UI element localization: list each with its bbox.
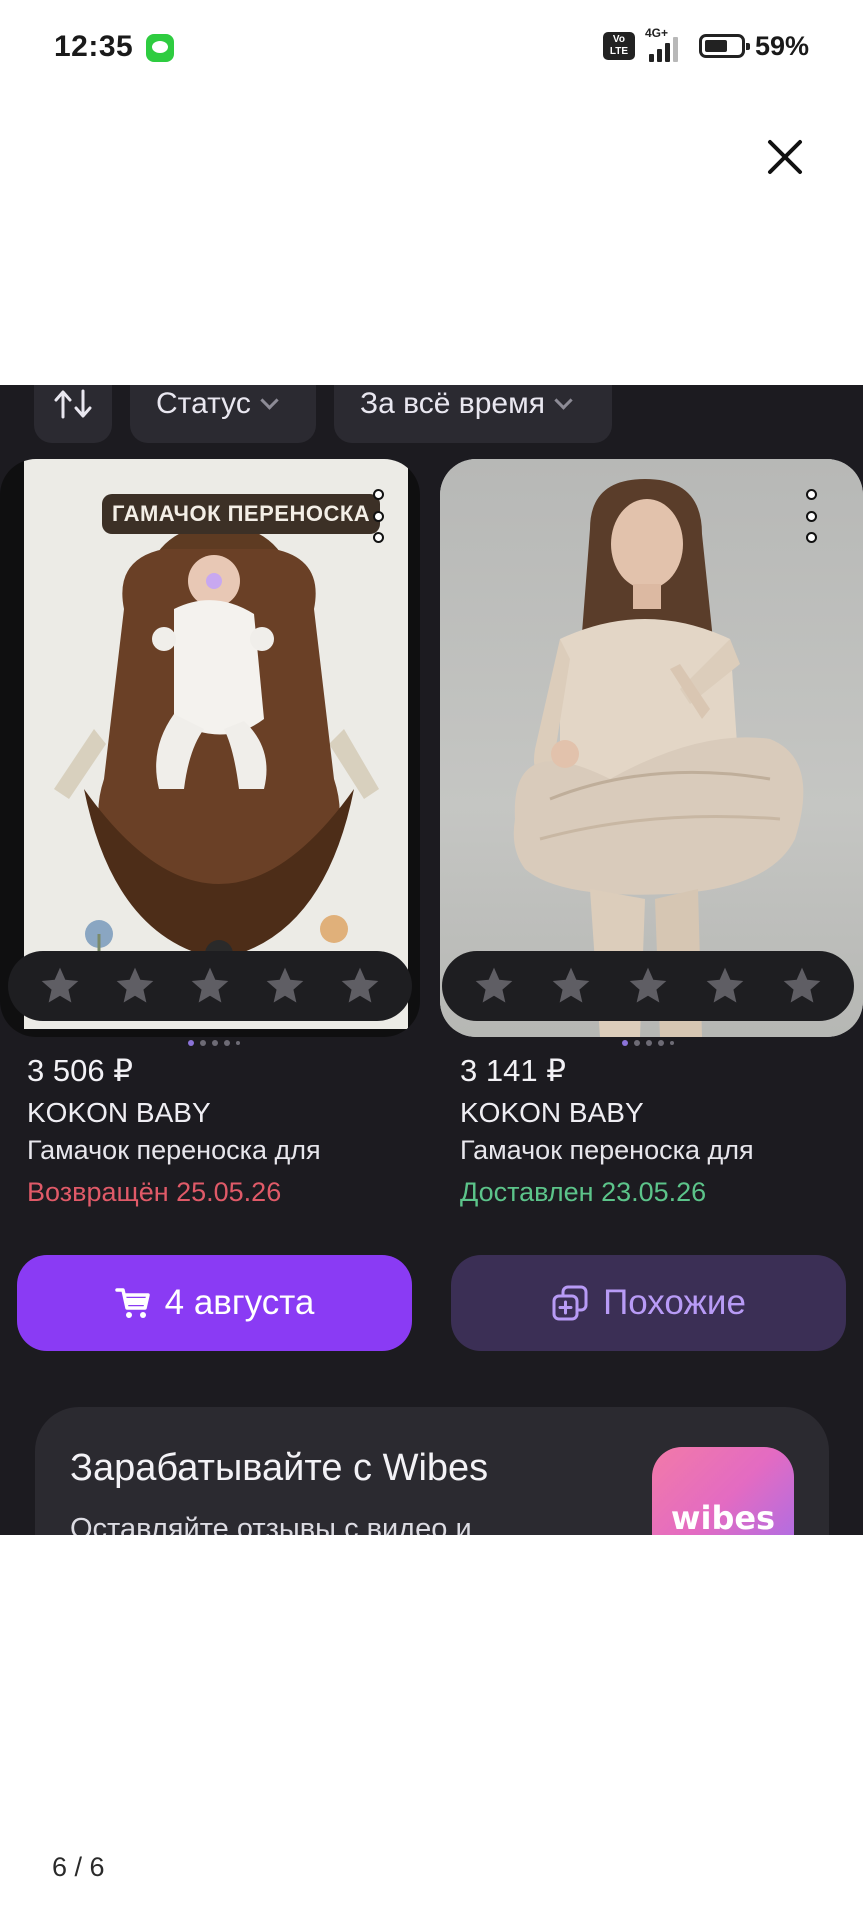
product-brand-2: KOKON BABY [460, 1097, 644, 1128]
star-icon[interactable] [472, 964, 516, 1008]
status-filter[interactable]: Статус [130, 385, 316, 443]
signal-icon: 4G+ [645, 26, 689, 62]
cart-button-label: 4 августа [164, 1283, 315, 1322]
similar-button-label: Похожие [603, 1283, 746, 1322]
product-tag-1: ГАМАЧОК ПЕРЕНОСКА [102, 494, 381, 534]
filter-bar: Статус За всё время [0, 385, 863, 443]
image-pager: 6 / 6 [52, 1852, 105, 1882]
chevron-down-icon [260, 391, 279, 410]
product-price-2: 3 141 ₽ [460, 1053, 566, 1088]
product-price-1: 3 506 ₽ [27, 1053, 133, 1088]
sort-button[interactable] [34, 385, 112, 443]
star-icon[interactable] [263, 964, 307, 1008]
message-bubble-icon [146, 34, 174, 62]
star-icon[interactable] [703, 964, 747, 1008]
promo-title: Зарабатывайте с Wibes [70, 1447, 489, 1489]
product-card-2[interactable] [440, 459, 863, 1037]
wibes-promo-card[interactable]: Зарабатывайте с Wibes Оставляйте отзывы … [35, 1407, 829, 1535]
similar-button[interactable]: Похожие [451, 1255, 846, 1351]
wibes-logo: wibes [652, 1447, 794, 1535]
volte-icon: Vo LTE [602, 32, 635, 60]
similar-icon [552, 1285, 588, 1321]
more-options-icon[interactable] [800, 489, 822, 543]
period-filter[interactable]: За всё время [334, 385, 612, 443]
chevron-down-icon [554, 391, 573, 410]
more-options-icon[interactable] [367, 489, 389, 543]
battery-icon [698, 34, 750, 58]
carousel-dots-2 [622, 1040, 674, 1046]
star-icon[interactable] [780, 964, 824, 1008]
cart-icon [114, 1288, 150, 1318]
star-icon[interactable] [113, 964, 157, 1008]
star-icon[interactable] [188, 964, 232, 1008]
period-filter-label: За всё время [360, 387, 545, 420]
product-brand-1: KOKON BABY [27, 1097, 211, 1128]
carousel-dots-1 [188, 1040, 240, 1046]
status-filter-label: Статус [156, 387, 251, 420]
star-icon[interactable] [338, 964, 382, 1008]
order-status-2: Доставлен 23.05.26 [460, 1177, 707, 1207]
close-icon [768, 140, 802, 174]
order-status-1: Возвращён 25.05.26 [27, 1177, 282, 1207]
product-image-1: ГАМАЧОК ПЕРЕНОСКА [24, 459, 408, 1029]
product-name-1[interactable]: Гамачок переноска для [27, 1135, 321, 1166]
screenshot-image: Статус За всё время ГАМАЧОК ПЕРЕНОСКА 3 … [0, 385, 863, 1535]
battery-percent: 59% [754, 30, 809, 61]
status-indicators: Vo LTE 4G+ 59% [602, 26, 809, 62]
product-name-2[interactable]: Гамачок переноска для [460, 1135, 754, 1166]
add-to-cart-button[interactable]: 4 августа [17, 1255, 412, 1351]
sort-arrows-icon [54, 389, 92, 419]
product-card-1[interactable]: ГАМАЧОК ПЕРЕНОСКА [0, 459, 420, 1037]
star-icon[interactable] [549, 964, 593, 1008]
star-icon[interactable] [38, 964, 82, 1008]
status-bar: 12:35 Vo LTE 4G+ 59% [0, 0, 863, 100]
close-button[interactable] [762, 134, 808, 180]
star-icon[interactable] [626, 964, 670, 1008]
status-time: 12:35 [54, 30, 134, 63]
rating-stars-2[interactable] [442, 951, 854, 1021]
promo-subtitle: Оставляйте отзывы с видео и [70, 1513, 472, 1535]
rating-stars-1[interactable] [8, 951, 412, 1021]
